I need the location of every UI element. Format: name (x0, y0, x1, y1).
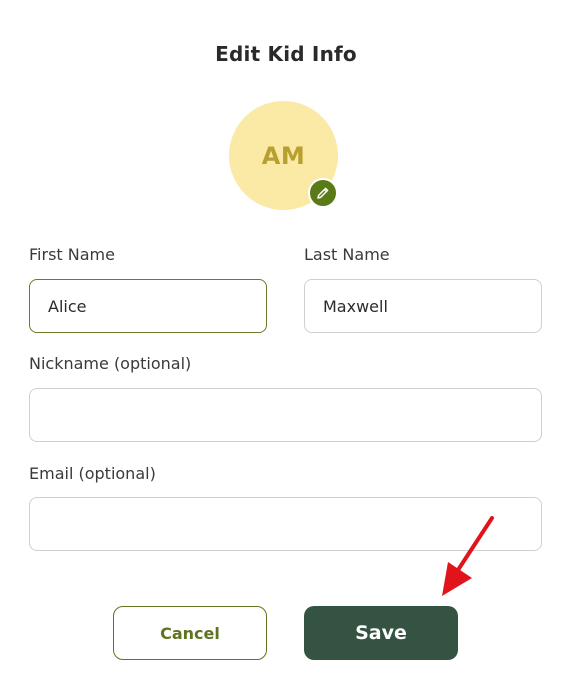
save-button[interactable]: Save (304, 606, 458, 660)
page-title: Edit Kid Info (215, 42, 357, 66)
email-label: Email (optional) (29, 464, 156, 483)
first-name-input[interactable] (29, 279, 267, 333)
nickname-label: Nickname (optional) (29, 354, 192, 373)
last-name-input[interactable] (304, 279, 542, 333)
avatar-initials: AM (261, 141, 306, 170)
last-name-label: Last Name (304, 245, 390, 264)
first-name-label: First Name (29, 245, 115, 264)
nickname-input[interactable] (29, 388, 542, 442)
edit-avatar-button[interactable] (308, 178, 338, 208)
red-arrow-icon (442, 516, 494, 596)
pencil-icon (317, 187, 329, 199)
cancel-button[interactable]: Cancel (113, 606, 267, 660)
